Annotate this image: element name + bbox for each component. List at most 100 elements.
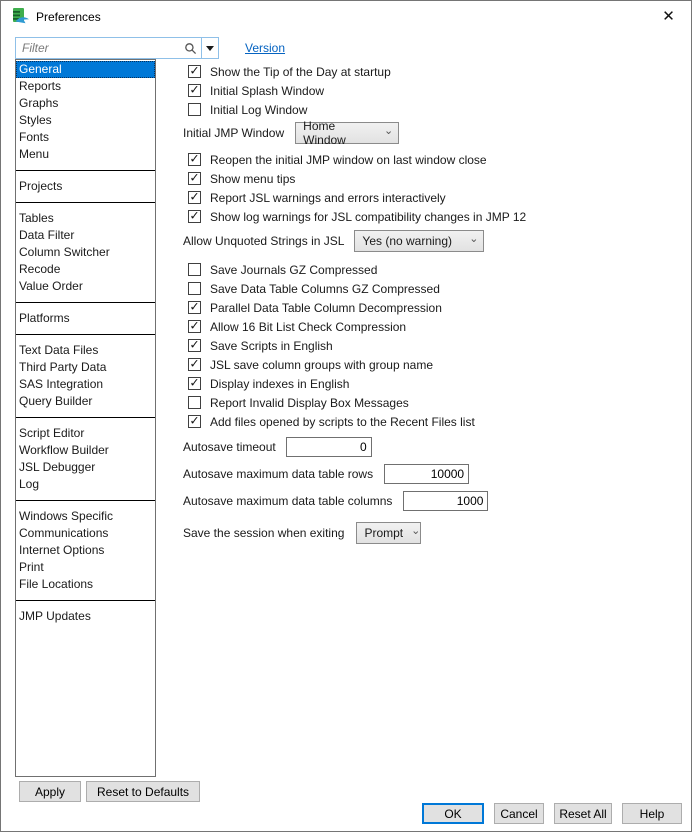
checkbox[interactable]: ✓ [188,153,201,166]
sidebar-item[interactable]: File Locations [16,576,155,593]
checkbox-row[interactable]: ✓ Initial Splash Window [183,81,688,100]
sidebar-item[interactable]: Recode [16,261,155,278]
sidebar-item[interactable]: Value Order [16,278,155,295]
sidebar-item[interactable]: Data Filter [16,227,155,244]
sidebar-item[interactable] [16,600,155,601]
reset-all-button[interactable]: Reset All [554,803,612,824]
sidebar-item[interactable]: General [16,61,155,78]
chevron-down-icon: ⌄ [411,525,421,537]
checkbox[interactable] [188,103,201,116]
initial-jmp-window-select[interactable]: Home Window ⌄ [295,119,400,147]
checkbox[interactable] [188,282,201,295]
checkbox[interactable]: ✓ [188,210,201,223]
sidebar-item[interactable]: SAS Integration [16,376,155,393]
sidebar-item[interactable]: Windows Specific [16,508,155,525]
checkbox-row[interactable]: Save Data Table Columns GZ Compressed [183,279,688,298]
autosave-max-rows-input[interactable] [384,464,470,484]
autosave-max-rows-label: Autosave maximum data table rows [183,467,374,481]
checkmark-icon: ✓ [189,170,200,185]
ok-button[interactable]: OK [422,803,484,824]
checkbox[interactable]: ✓ [188,191,201,204]
autosave-timeout-input[interactable] [285,437,372,457]
sidebar-item[interactable] [16,334,155,335]
checkbox-row[interactable]: ✓ Reopen the initial JMP window on last … [183,150,688,169]
sidebar-item[interactable] [16,500,155,501]
checkbox-row[interactable]: ✓ Display indexes in English [183,374,688,393]
sidebar-item[interactable]: Projects [16,178,155,195]
filter-toolbar: Version [15,37,285,59]
checkmark-icon: ✓ [189,318,200,333]
checkbox-row[interactable]: ✓ Add files opened by scripts to the Rec… [183,412,688,431]
sidebar-item[interactable]: Print [16,559,155,576]
filter-dropdown-button[interactable] [201,38,218,58]
sidebar-item[interactable]: Tables [16,210,155,227]
checkbox[interactable]: ✓ [188,172,201,185]
checkbox[interactable]: ✓ [188,339,201,352]
autosave-max-columns-input[interactable] [403,491,489,511]
checkbox[interactable]: ✓ [188,358,201,371]
checkbox-row[interactable]: Initial Log Window [183,100,688,119]
sidebar-item[interactable] [16,170,155,171]
allow-unquoted-strings-select[interactable]: Yes (no warning) ⌄ [354,230,485,252]
checkbox-row[interactable]: ✓ Parallel Data Table Column Decompressi… [183,298,688,317]
sidebar-item[interactable]: Graphs [16,95,155,112]
checkbox-row[interactable]: ✓ Show the Tip of the Day at startup [183,62,688,81]
checkbox-row[interactable]: Report Invalid Display Box Messages [183,393,688,412]
sidebar-item[interactable]: Styles [16,112,155,129]
checkbox[interactable] [188,396,201,409]
sidebar-item[interactable]: Column Switcher [16,244,155,261]
save-session-label: Save the session when exiting [183,526,345,540]
checkbox-row[interactable]: ✓ JSL save column groups with group name [183,355,688,374]
apply-button[interactable]: Apply [19,781,81,802]
sidebar-item[interactable] [16,302,155,303]
sidebar-item[interactable]: Text Data Files [16,342,155,359]
close-icon[interactable]: ✕ [646,1,691,31]
checkbox[interactable]: ✓ [188,320,201,333]
left-button-row: Apply Reset to Defaults [19,781,201,802]
version-link[interactable]: Version [245,41,285,55]
sidebar-item[interactable]: Script Editor [16,425,155,442]
selected-value: Home Window [303,119,346,147]
checkbox[interactable]: ✓ [188,301,201,314]
save-session-select[interactable]: Prompt ⌄ [356,522,422,544]
cancel-button[interactable]: Cancel [494,803,544,824]
filter-input[interactable] [16,38,184,58]
startup-checkbox-group: ✓ Show the Tip of the Day at startup ✓ I… [183,62,688,119]
filter-box [15,37,219,59]
category-list: General Reports Graphs Styles Fonts Menu… [15,59,156,777]
checkbox[interactable]: ✓ [188,415,201,428]
sidebar-item[interactable]: Workflow Builder [16,442,155,459]
checkbox[interactable]: ✓ [188,377,201,390]
sidebar-item[interactable]: Third Party Data [16,359,155,376]
checkbox-row[interactable]: ✓ Show menu tips [183,169,688,188]
sidebar-item[interactable]: Communications [16,525,155,542]
reset-to-defaults-button[interactable]: Reset to Defaults [86,781,201,802]
autosave-max-columns-label: Autosave maximum data table columns [183,494,393,508]
help-button[interactable]: Help [622,803,682,824]
sidebar-item[interactable]: JSL Debugger [16,459,155,476]
chevron-down-icon: ⌄ [469,233,479,245]
sidebar-item[interactable] [16,202,155,203]
checkbox[interactable]: ✓ [188,84,201,97]
checkmark-icon: ✓ [189,413,200,428]
checkbox[interactable] [188,263,201,276]
sidebar-item[interactable]: Menu [16,146,155,163]
sidebar-item[interactable]: Query Builder [16,393,155,410]
sidebar-item[interactable] [16,417,155,418]
chevron-down-icon [206,45,214,51]
title-bar: Preferences ✕ [1,1,691,33]
checkbox-row[interactable]: Save Journals GZ Compressed [183,260,688,279]
checkbox-label: Display indexes in English [210,376,350,391]
sidebar-item[interactable]: Log [16,476,155,493]
sidebar-item[interactable]: Platforms [16,310,155,327]
checkbox-row[interactable]: ✓ Save Scripts in English [183,336,688,355]
checkbox-row[interactable]: ✓ Allow 16 Bit List Check Compression [183,317,688,336]
sidebar-item[interactable]: JMP Updates [16,608,155,625]
sidebar-item[interactable]: Reports [16,78,155,95]
sidebar-item[interactable]: Internet Options [16,542,155,559]
checkbox-row[interactable]: ✓ Report JSL warnings and errors interac… [183,188,688,207]
checkbox[interactable]: ✓ [188,65,201,78]
checkbox-row[interactable]: ✓ Show log warnings for JSL compatibilit… [183,207,688,226]
checkmark-icon: ✓ [189,356,200,371]
sidebar-item[interactable]: Fonts [16,129,155,146]
